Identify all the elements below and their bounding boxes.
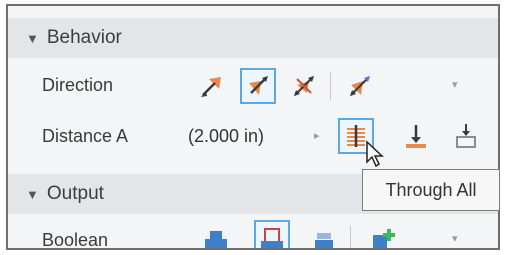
collapse-triangle-icon[interactable]: ▼ [26,31,39,46]
properties-panel: ▼ Behavior Direction ▾ Distance A (2.000… [6,4,500,250]
direction-flipped-icon [249,76,268,95]
cut-icon [261,228,283,248]
distance-a-label: Distance A [42,126,129,146]
direction-default-button[interactable] [194,68,230,104]
divider [330,72,331,100]
direction-asymmetric-button[interactable] [342,68,378,104]
mouse-cursor-icon [366,140,384,168]
through-all-tooltip: Through All [362,169,500,211]
direction-symmetric-icon [294,76,314,96]
boolean-new-solid-button[interactable] [364,222,400,248]
new-solid-icon [373,229,395,248]
direction-asymmetric-icon [350,76,370,96]
distance-a-input[interactable]: (2.000 in) [188,119,318,153]
boolean-intersect-button[interactable] [306,222,342,248]
output-title: Output [46,183,104,204]
boolean-cut-button[interactable] [254,220,290,248]
between-button[interactable] [448,118,484,154]
between-icon [456,124,476,148]
collapse-triangle-icon[interactable]: ▼ [26,187,39,202]
boolean-dropdown-arrow-icon[interactable]: ▾ [452,232,458,245]
distance-a-value: (2.000 in) [188,125,265,146]
boolean-join-button[interactable] [198,222,234,248]
direction-dropdown-arrow-icon[interactable]: ▾ [452,78,458,91]
direction-flipped-button[interactable] [240,68,276,104]
direction-default-icon [201,77,221,97]
behavior-title: Behavior [46,27,122,48]
tooltip-text: Through All [385,179,477,200]
distance-dropdown-arrow-icon[interactable]: ▸ [314,129,320,142]
direction-label: Direction [42,75,114,95]
to-icon [406,125,426,148]
boolean-label: Boolean [42,230,109,250]
join-icon [205,231,227,248]
to-button[interactable] [398,118,434,154]
behavior-section-header[interactable]: ▼ Behavior [8,18,498,58]
divider [350,226,351,248]
intersect-icon [315,233,333,248]
direction-symmetric-button[interactable] [286,68,322,104]
